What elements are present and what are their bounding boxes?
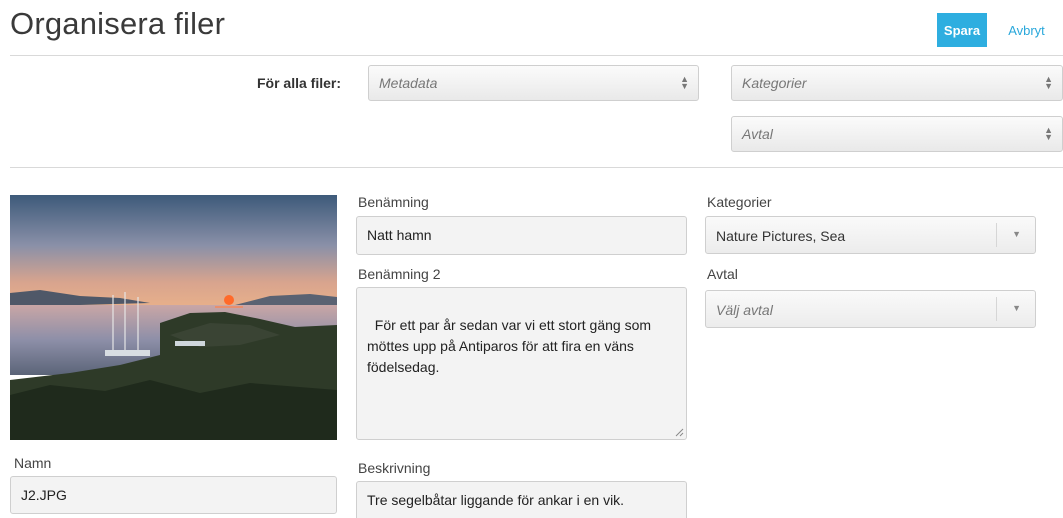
file-thumbnail[interactable] (10, 195, 337, 440)
caret-down-icon: ▼ (1012, 303, 1021, 313)
cancel-button[interactable]: Avbryt (995, 13, 1058, 47)
up-down-arrows-icon: ▲ ▼ (680, 74, 689, 91)
bulk-categories-select[interactable]: Kategorier ▲ ▼ (731, 65, 1063, 101)
description-label: Beskrivning (358, 460, 431, 476)
agreement-dropdown[interactable]: Välj avtal ▼ (705, 290, 1036, 328)
sunset-harbor-image (10, 195, 337, 440)
categories-value: Nature Pictures, Sea (716, 228, 846, 244)
description-input[interactable]: Tre segelbåtar liggande för ankar i en v… (356, 481, 687, 518)
resize-handle-icon[interactable] (675, 428, 684, 437)
title-input[interactable]: Natt hamn (356, 216, 687, 255)
page-title: Organisera filer (10, 6, 226, 41)
up-down-arrows-icon: ▲ ▼ (1044, 74, 1053, 91)
categories-dropdown[interactable]: Nature Pictures, Sea ▼ (705, 216, 1036, 254)
bulk-categories-placeholder: Kategorier (742, 75, 807, 91)
bulk-label: För alla filer: (256, 75, 341, 91)
title-label: Benämning (358, 194, 429, 210)
save-button[interactable]: Spara (937, 13, 987, 47)
categories-label: Kategorier (707, 194, 772, 210)
agreement-label: Avtal (707, 266, 738, 282)
title2-label: Benämning 2 (358, 266, 441, 282)
bulk-metadata-placeholder: Metadata (379, 75, 438, 91)
bulk-agreement-select[interactable]: Avtal ▲ ▼ (731, 116, 1063, 152)
title2-text: För ett par år sedan var vi ett stort gä… (367, 317, 655, 375)
up-down-arrows-icon: ▲ ▼ (1044, 125, 1053, 142)
bulk-metadata-select[interactable]: Metadata ▲ ▼ (368, 65, 699, 101)
title2-textarea[interactable]: För ett par år sedan var vi ett stort gä… (356, 287, 687, 440)
dropdown-separator (996, 223, 997, 247)
name-input[interactable]: J2.JPG (10, 476, 337, 514)
bulk-agreement-placeholder: Avtal (742, 126, 773, 142)
agreement-placeholder: Välj avtal (716, 302, 773, 318)
header-divider (10, 55, 1063, 56)
name-label: Namn (14, 455, 52, 471)
dropdown-separator (996, 297, 997, 321)
section-divider (10, 167, 1063, 168)
caret-down-icon: ▼ (1012, 229, 1021, 239)
